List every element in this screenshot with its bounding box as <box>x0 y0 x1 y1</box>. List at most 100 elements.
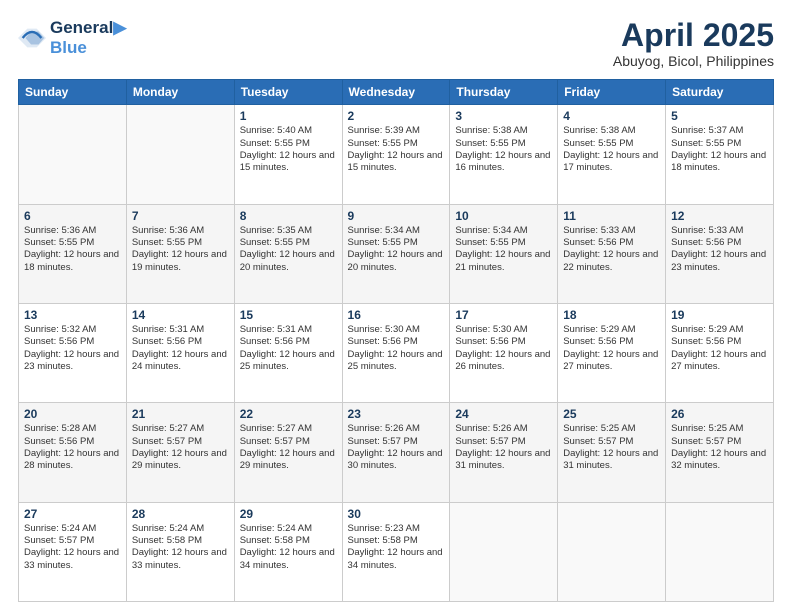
calendar-cell: 7Sunrise: 5:36 AMSunset: 5:55 PMDaylight… <box>126 204 234 303</box>
day-info-line: Daylight: 12 hours and 31 minutes. <box>563 448 660 473</box>
day-info-line: Sunset: 5:56 PM <box>455 336 552 348</box>
calendar-week-row: 27Sunrise: 5:24 AMSunset: 5:57 PMDayligh… <box>19 502 774 601</box>
day-number: 4 <box>563 109 660 123</box>
calendar-cell: 1Sunrise: 5:40 AMSunset: 5:55 PMDaylight… <box>234 105 342 204</box>
subtitle: Abuyog, Bicol, Philippines <box>613 53 774 69</box>
day-info-line: Daylight: 12 hours and 28 minutes. <box>24 448 121 473</box>
day-of-week-header: Thursday <box>450 80 558 105</box>
day-info-line: Sunrise: 5:30 AM <box>348 324 445 336</box>
calendar-cell: 11Sunrise: 5:33 AMSunset: 5:56 PMDayligh… <box>558 204 666 303</box>
day-info-line: Sunrise: 5:33 AM <box>671 225 768 237</box>
day-number: 13 <box>24 308 121 322</box>
day-number: 3 <box>455 109 552 123</box>
day-info-line: Sunset: 5:56 PM <box>132 336 229 348</box>
day-info-line: Sunrise: 5:24 AM <box>132 523 229 535</box>
day-info-line: Daylight: 12 hours and 22 minutes. <box>563 249 660 274</box>
header: General▶ Blue April 2025 Abuyog, Bicol, … <box>18 18 774 69</box>
day-info-line: Sunset: 5:58 PM <box>240 535 337 547</box>
day-info-line: Daylight: 12 hours and 15 minutes. <box>348 150 445 175</box>
calendar-cell: 24Sunrise: 5:26 AMSunset: 5:57 PMDayligh… <box>450 403 558 502</box>
day-number: 29 <box>240 507 337 521</box>
calendar-cell: 13Sunrise: 5:32 AMSunset: 5:56 PMDayligh… <box>19 303 127 402</box>
day-info-line: Sunrise: 5:29 AM <box>671 324 768 336</box>
day-info-line: Sunrise: 5:24 AM <box>24 523 121 535</box>
day-info-line: Sunset: 5:56 PM <box>240 336 337 348</box>
day-number: 23 <box>348 407 445 421</box>
calendar-cell: 10Sunrise: 5:34 AMSunset: 5:55 PMDayligh… <box>450 204 558 303</box>
calendar-cell: 25Sunrise: 5:25 AMSunset: 5:57 PMDayligh… <box>558 403 666 502</box>
day-info-line: Daylight: 12 hours and 25 minutes. <box>240 349 337 374</box>
day-number: 22 <box>240 407 337 421</box>
day-number: 18 <box>563 308 660 322</box>
calendar-week-row: 1Sunrise: 5:40 AMSunset: 5:55 PMDaylight… <box>19 105 774 204</box>
calendar-cell: 18Sunrise: 5:29 AMSunset: 5:56 PMDayligh… <box>558 303 666 402</box>
day-info-line: Sunset: 5:56 PM <box>671 336 768 348</box>
day-info-line: Sunset: 5:55 PM <box>348 237 445 249</box>
day-info-line: Sunset: 5:55 PM <box>348 138 445 150</box>
day-info-line: Daylight: 12 hours and 25 minutes. <box>348 349 445 374</box>
day-info-line: Sunset: 5:56 PM <box>671 237 768 249</box>
calendar-cell: 8Sunrise: 5:35 AMSunset: 5:55 PMDaylight… <box>234 204 342 303</box>
calendar-cell: 22Sunrise: 5:27 AMSunset: 5:57 PMDayligh… <box>234 403 342 502</box>
day-of-week-header: Friday <box>558 80 666 105</box>
calendar-week-row: 20Sunrise: 5:28 AMSunset: 5:56 PMDayligh… <box>19 403 774 502</box>
day-info-line: Daylight: 12 hours and 20 minutes. <box>240 249 337 274</box>
day-number: 25 <box>563 407 660 421</box>
day-info-line: Sunrise: 5:33 AM <box>563 225 660 237</box>
day-info-line: Daylight: 12 hours and 20 minutes. <box>348 249 445 274</box>
day-info-line: Sunrise: 5:35 AM <box>240 225 337 237</box>
calendar-cell: 19Sunrise: 5:29 AMSunset: 5:56 PMDayligh… <box>666 303 774 402</box>
day-info-line: Daylight: 12 hours and 33 minutes. <box>24 547 121 572</box>
day-info-line: Daylight: 12 hours and 24 minutes. <box>132 349 229 374</box>
logo: General▶ Blue <box>18 18 126 57</box>
calendar-cell: 28Sunrise: 5:24 AMSunset: 5:58 PMDayligh… <box>126 502 234 601</box>
day-number: 15 <box>240 308 337 322</box>
day-info-line: Daylight: 12 hours and 26 minutes. <box>455 349 552 374</box>
main-title: April 2025 <box>613 18 774 53</box>
day-info-line: Sunset: 5:55 PM <box>671 138 768 150</box>
day-of-week-header: Wednesday <box>342 80 450 105</box>
day-info-line: Sunrise: 5:39 AM <box>348 125 445 137</box>
calendar-cell <box>19 105 127 204</box>
day-info-line: Sunrise: 5:27 AM <box>132 423 229 435</box>
day-number: 21 <box>132 407 229 421</box>
calendar-cell: 14Sunrise: 5:31 AMSunset: 5:56 PMDayligh… <box>126 303 234 402</box>
day-info-line: Sunset: 5:56 PM <box>563 237 660 249</box>
day-number: 20 <box>24 407 121 421</box>
day-info-line: Sunrise: 5:30 AM <box>455 324 552 336</box>
day-info-line: Sunrise: 5:28 AM <box>24 423 121 435</box>
day-info-line: Daylight: 12 hours and 31 minutes. <box>455 448 552 473</box>
calendar-cell: 12Sunrise: 5:33 AMSunset: 5:56 PMDayligh… <box>666 204 774 303</box>
day-info-line: Daylight: 12 hours and 33 minutes. <box>132 547 229 572</box>
title-block: April 2025 Abuyog, Bicol, Philippines <box>613 18 774 69</box>
day-number: 7 <box>132 209 229 223</box>
day-info-line: Daylight: 12 hours and 29 minutes. <box>240 448 337 473</box>
calendar-week-row: 13Sunrise: 5:32 AMSunset: 5:56 PMDayligh… <box>19 303 774 402</box>
day-info-line: Sunset: 5:55 PM <box>240 237 337 249</box>
day-number: 5 <box>671 109 768 123</box>
calendar: SundayMondayTuesdayWednesdayThursdayFrid… <box>18 79 774 602</box>
calendar-cell <box>666 502 774 601</box>
calendar-cell: 4Sunrise: 5:38 AMSunset: 5:55 PMDaylight… <box>558 105 666 204</box>
day-info-line: Sunrise: 5:25 AM <box>671 423 768 435</box>
day-number: 9 <box>348 209 445 223</box>
day-info-line: Sunset: 5:55 PM <box>455 237 552 249</box>
day-info-line: Daylight: 12 hours and 29 minutes. <box>132 448 229 473</box>
calendar-body: 1Sunrise: 5:40 AMSunset: 5:55 PMDaylight… <box>19 105 774 602</box>
day-number: 1 <box>240 109 337 123</box>
day-info-line: Daylight: 12 hours and 17 minutes. <box>563 150 660 175</box>
day-number: 24 <box>455 407 552 421</box>
day-number: 30 <box>348 507 445 521</box>
calendar-cell: 16Sunrise: 5:30 AMSunset: 5:56 PMDayligh… <box>342 303 450 402</box>
calendar-cell <box>126 105 234 204</box>
day-info-line: Sunset: 5:57 PM <box>671 436 768 448</box>
calendar-cell: 5Sunrise: 5:37 AMSunset: 5:55 PMDaylight… <box>666 105 774 204</box>
page: General▶ Blue April 2025 Abuyog, Bicol, … <box>0 0 792 612</box>
day-info-line: Sunset: 5:55 PM <box>24 237 121 249</box>
day-info-line: Sunset: 5:57 PM <box>240 436 337 448</box>
day-info-line: Sunset: 5:55 PM <box>455 138 552 150</box>
day-number: 28 <box>132 507 229 521</box>
day-info-line: Sunrise: 5:24 AM <box>240 523 337 535</box>
day-info-line: Daylight: 12 hours and 19 minutes. <box>132 249 229 274</box>
day-info-line: Sunrise: 5:31 AM <box>240 324 337 336</box>
